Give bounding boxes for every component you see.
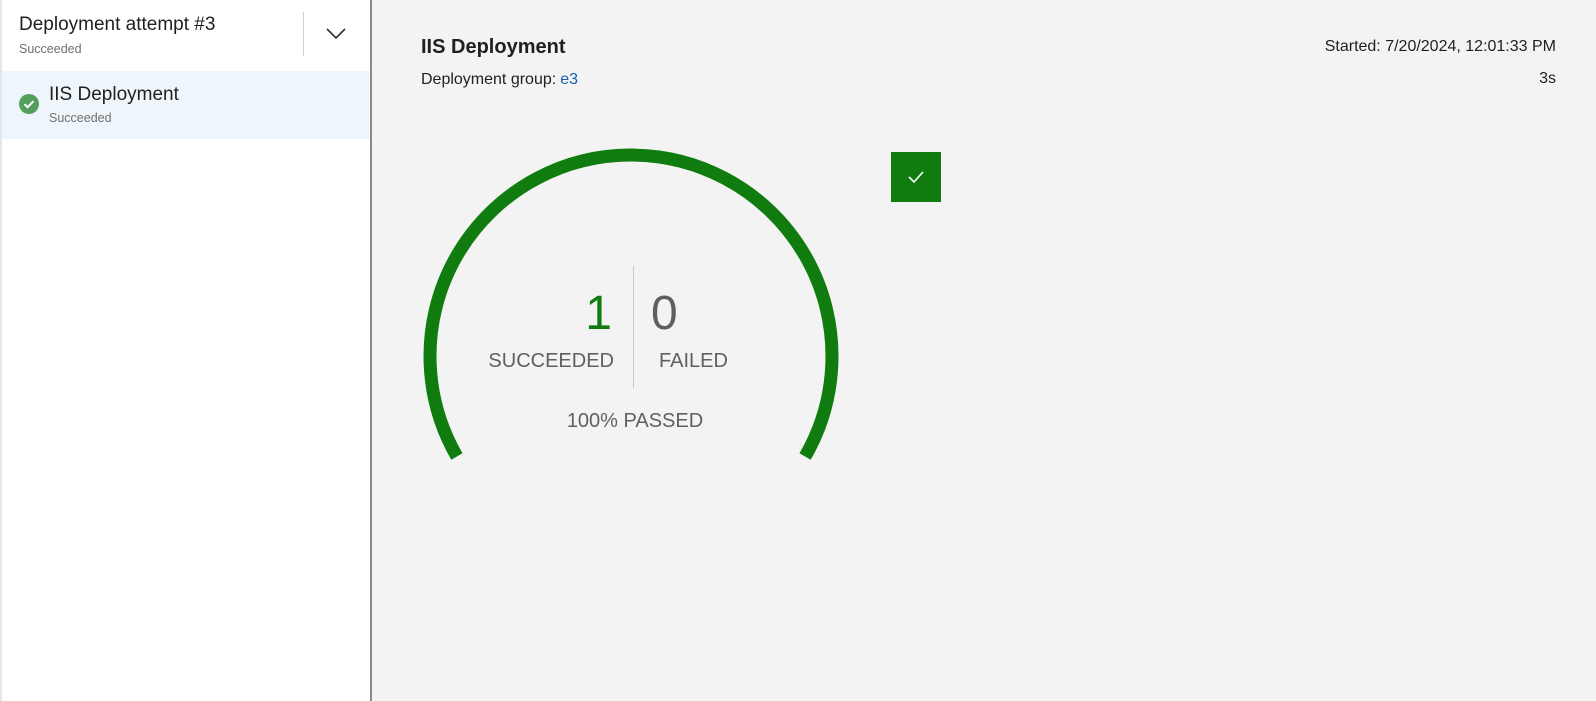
count-divider (633, 266, 634, 388)
failed-count: 0 (651, 287, 678, 340)
job-title: IIS Deployment (49, 84, 179, 105)
attempt-header: Deployment attempt #3 Succeeded (0, 0, 370, 70)
check-circle-icon (19, 94, 39, 114)
attempts-panel: Deployment attempt #3 Succeeded IIS Depl… (0, 0, 372, 701)
job-status: Succeeded (49, 111, 112, 125)
checkmark-icon (908, 171, 924, 184)
started-timestamp: Started: 7/20/2024, 12:01:33 PM (1324, 38, 1556, 55)
header-divider (303, 12, 304, 56)
duration: 3s (1539, 70, 1556, 87)
deployment-group-label: Deployment group: (421, 71, 557, 88)
deployment-group-link[interactable]: e3 (560, 71, 578, 88)
page-title: IIS Deployment (421, 36, 566, 58)
deployment-group-line: Deployment group: e3 (421, 71, 578, 89)
app-root: Deployment attempt #3 Succeeded IIS Depl… (0, 0, 1596, 701)
chevron-down-icon (326, 28, 346, 40)
passed-percentage: 100% PASSED (566, 410, 704, 432)
succeeded-label: SUCCEEDED (488, 350, 614, 372)
success-status-button[interactable] (891, 152, 941, 202)
failed-label: FAILED (659, 350, 728, 372)
job-item-iis-deployment[interactable]: IIS Deployment Succeeded (2, 71, 370, 139)
attempt-dropdown-button[interactable] (316, 16, 356, 52)
succeeded-count: 1 (585, 287, 612, 340)
attempt-status: Succeeded (19, 42, 82, 56)
attempt-title: Deployment attempt #3 (19, 14, 216, 35)
